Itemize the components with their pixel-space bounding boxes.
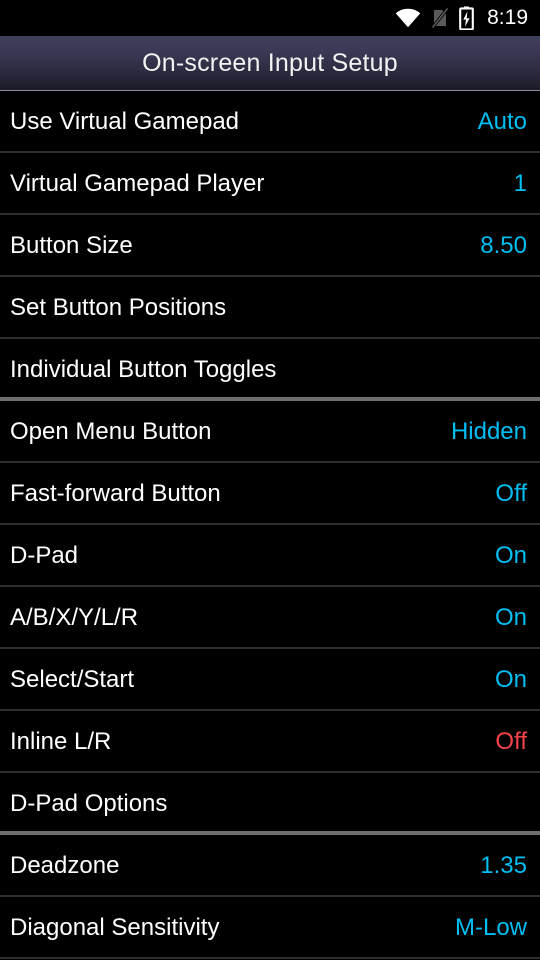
pref-value: On [494, 604, 527, 631]
wifi-icon [395, 8, 421, 28]
pref-title: Individual Button Toggles [10, 356, 277, 383]
pref-title: Set Button Positions [10, 294, 227, 321]
pref-row-d-pad[interactable]: D-Pad On [0, 525, 540, 587]
pref-row-deadzone[interactable]: Deadzone 1.35 [0, 835, 540, 897]
row-divider [0, 957, 540, 959]
pref-row-a-b-x-y-l-r[interactable]: A/B/X/Y/L/R On [0, 587, 540, 649]
no-sim-icon [430, 7, 450, 29]
pref-row-diagonal-sensitivity[interactable]: Diagonal Sensitivity M-Low [0, 897, 540, 959]
pref-value: 1 [513, 170, 527, 197]
pref-title: Fast-forward Button [10, 480, 221, 507]
battery-charging-icon [459, 6, 474, 30]
pref-value: Off [495, 728, 527, 755]
pref-title: Virtual Gamepad Player [10, 170, 265, 197]
pref-value: Off [495, 480, 527, 507]
title-bar: On-screen Input Setup [0, 36, 540, 91]
pref-value: 8.50 [480, 232, 527, 259]
pref-row-open-menu-button[interactable]: Open Menu Button Hidden [0, 401, 540, 463]
pref-title: D-Pad Options [10, 790, 168, 817]
pref-row-button-size[interactable]: Button Size 8.50 [0, 215, 540, 277]
pref-title: Diagonal Sensitivity [10, 914, 220, 941]
pref-value: On [494, 666, 527, 693]
pref-value: On [494, 542, 527, 569]
pref-value: Hidden [450, 418, 527, 445]
app-screen: 8:19 On-screen Input Setup Use Virtual G… [0, 0, 540, 960]
pref-title: Select/Start [10, 666, 135, 693]
pref-row-virtual-gamepad-player[interactable]: Virtual Gamepad Player 1 [0, 153, 540, 215]
pref-value: M-Low [454, 914, 527, 941]
pref-row-d-pad-options[interactable]: D-Pad Options [0, 773, 540, 835]
status-clock: 8:19 [487, 6, 528, 29]
pref-title: Use Virtual Gamepad [10, 108, 240, 135]
pref-row-individual-button-toggles[interactable]: Individual Button Toggles [0, 339, 540, 401]
pref-title: D-Pad [10, 542, 79, 569]
pref-title: Inline L/R [10, 728, 112, 755]
pref-title: Button Size [10, 232, 133, 259]
pref-row-inline-l-r[interactable]: Inline L/R Off [0, 711, 540, 773]
preference-list[interactable]: Use Virtual Gamepad Auto Virtual Gamepad P… [0, 91, 540, 960]
pref-value: Auto [477, 108, 527, 135]
pref-row-select-start[interactable]: Select/Start On [0, 649, 540, 711]
pref-row-fast-forward-button[interactable]: Fast-forward Button Off [0, 463, 540, 525]
status-bar: 8:19 [0, 0, 540, 36]
pref-title: Open Menu Button [10, 418, 212, 445]
pref-title: A/B/X/Y/L/R [10, 604, 139, 631]
pref-row-set-button-positions[interactable]: Set Button Positions [0, 277, 540, 339]
pref-row-use-virtual-gamepad[interactable]: Use Virtual Gamepad Auto [0, 91, 540, 153]
pref-value: 1.35 [480, 852, 527, 879]
page-title: On-screen Input Setup [142, 48, 398, 77]
pref-title: Deadzone [10, 852, 120, 879]
